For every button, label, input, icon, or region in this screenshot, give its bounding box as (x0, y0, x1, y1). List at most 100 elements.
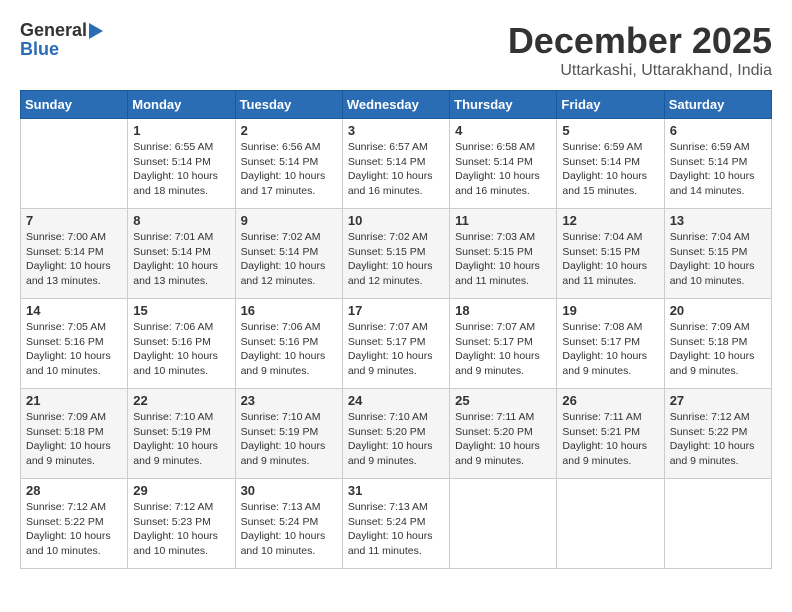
day-number: 4 (455, 123, 551, 138)
calendar-day-cell: 30 Sunrise: 7:13 AMSunset: 5:24 PMDayligh… (235, 479, 342, 569)
sunrise-text: Sunrise: 7:06 AM (241, 320, 337, 335)
sunrise-text: Sunrise: 7:07 AM (455, 320, 551, 335)
day-number: 21 (26, 393, 122, 408)
calendar-day-cell: 19 Sunrise: 7:08 AMSunset: 5:17 PMDayligh… (557, 299, 664, 389)
day-number: 30 (241, 483, 337, 498)
daylight-text: Daylight: 10 hoursand 9 minutes. (562, 349, 658, 378)
day-info: Sunrise: 7:13 AMSunset: 5:24 PMDaylight:… (241, 500, 337, 559)
day-info: Sunrise: 7:04 AMSunset: 5:15 PMDaylight:… (670, 230, 766, 289)
day-info: Sunrise: 7:03 AMSunset: 5:15 PMDaylight:… (455, 230, 551, 289)
daylight-text: Daylight: 10 hoursand 13 minutes. (133, 259, 229, 288)
daylight-text: Daylight: 10 hoursand 16 minutes. (455, 169, 551, 198)
day-info: Sunrise: 7:13 AMSunset: 5:24 PMDaylight:… (348, 500, 444, 559)
daylight-text: Daylight: 10 hoursand 10 minutes. (26, 529, 122, 558)
day-info: Sunrise: 7:04 AMSunset: 5:15 PMDaylight:… (562, 230, 658, 289)
sunset-text: Sunset: 5:14 PM (455, 155, 551, 170)
logo-blue-text: Blue (20, 39, 59, 60)
logo: General Blue (20, 20, 103, 60)
sunset-text: Sunset: 5:14 PM (26, 245, 122, 260)
sunrise-text: Sunrise: 7:13 AM (348, 500, 444, 515)
calendar-day-cell: 15Sunrise: 7:06 AMSunset: 5:16 PMDayligh… (128, 299, 235, 389)
daylight-text: Daylight: 10 hoursand 9 minutes. (670, 349, 766, 378)
daylight-text: Daylight: 10 hoursand 10 minutes. (670, 259, 766, 288)
sunset-text: Sunset: 5:14 PM (670, 155, 766, 170)
daylight-text: Daylight: 10 hoursand 9 minutes. (348, 349, 444, 378)
daylight-text: Daylight: 10 hoursand 18 minutes. (133, 169, 229, 198)
daylight-text: Daylight: 10 hoursand 14 minutes. (670, 169, 766, 198)
daylight-text: Daylight: 10 hoursand 9 minutes. (241, 439, 337, 468)
day-info: Sunrise: 6:57 AMSunset: 5:14 PMDaylight:… (348, 140, 444, 199)
sunrise-text: Sunrise: 7:07 AM (348, 320, 444, 335)
day-info: Sunrise: 6:56 AMSunset: 5:14 PMDaylight:… (241, 140, 337, 199)
day-number: 31 (348, 483, 444, 498)
day-number: 18 (455, 303, 551, 318)
sunset-text: Sunset: 5:22 PM (670, 425, 766, 440)
calendar-week-row: 28Sunrise: 7:12 AMSunset: 5:22 PMDayligh… (21, 479, 772, 569)
day-number: 19 (562, 303, 658, 318)
day-number: 7 (26, 213, 122, 228)
day-number: 24 (348, 393, 444, 408)
sunrise-text: Sunrise: 6:59 AM (562, 140, 658, 155)
day-info: Sunrise: 7:01 AMSunset: 5:14 PMDaylight:… (133, 230, 229, 289)
sunrise-text: Sunrise: 7:11 AM (455, 410, 551, 425)
day-of-week-header: Saturday (664, 91, 771, 119)
day-number: 25 (455, 393, 551, 408)
calendar-day-cell: 18Sunrise: 7:07 AMSunset: 5:17 PMDayligh… (450, 299, 557, 389)
sunset-text: Sunset: 5:15 PM (348, 245, 444, 260)
day-info: Sunrise: 7:10 AMSunset: 5:20 PMDaylight:… (348, 410, 444, 469)
sunrise-text: Sunrise: 7:01 AM (133, 230, 229, 245)
daylight-text: Daylight: 10 hoursand 9 minutes. (562, 439, 658, 468)
calendar-day-cell (664, 479, 771, 569)
sunrise-text: Sunrise: 7:10 AM (241, 410, 337, 425)
day-number: 16 (241, 303, 337, 318)
daylight-text: Daylight: 10 hoursand 16 minutes. (348, 169, 444, 198)
calendar-day-cell: 29Sunrise: 7:12 AMSunset: 5:23 PMDayligh… (128, 479, 235, 569)
calendar-day-cell (557, 479, 664, 569)
sunset-text: Sunset: 5:14 PM (241, 245, 337, 260)
sunrise-text: Sunrise: 7:12 AM (26, 500, 122, 515)
sunset-text: Sunset: 5:15 PM (562, 245, 658, 260)
sunset-text: Sunset: 5:19 PM (133, 425, 229, 440)
calendar-day-cell: 6Sunrise: 6:59 AMSunset: 5:14 PMDaylight… (664, 119, 771, 209)
calendar-week-row: 1Sunrise: 6:55 AMSunset: 5:14 PMDaylight… (21, 119, 772, 209)
sunset-text: Sunset: 5:17 PM (348, 335, 444, 350)
calendar-day-cell: 11Sunrise: 7:03 AMSunset: 5:15 PMDayligh… (450, 209, 557, 299)
day-of-week-header: Thursday (450, 91, 557, 119)
day-info: Sunrise: 6:59 AMSunset: 5:14 PMDaylight:… (562, 140, 658, 199)
sunrise-text: Sunrise: 7:09 AM (670, 320, 766, 335)
sunset-text: Sunset: 5:14 PM (133, 245, 229, 260)
day-info: Sunrise: 7:10 AMSunset: 5:19 PMDaylight:… (133, 410, 229, 469)
sunrise-text: Sunrise: 7:11 AM (562, 410, 658, 425)
daylight-text: Daylight: 10 hoursand 11 minutes. (348, 529, 444, 558)
day-number: 1 (133, 123, 229, 138)
sunrise-text: Sunrise: 6:55 AM (133, 140, 229, 155)
sunrise-text: Sunrise: 7:08 AM (562, 320, 658, 335)
sunset-text: Sunset: 5:24 PM (348, 515, 444, 530)
month-title: December 2025 (508, 20, 772, 62)
sunset-text: Sunset: 5:14 PM (562, 155, 658, 170)
day-info: Sunrise: 7:12 AMSunset: 5:22 PMDaylight:… (26, 500, 122, 559)
daylight-text: Daylight: 10 hoursand 11 minutes. (562, 259, 658, 288)
sunrise-text: Sunrise: 7:04 AM (562, 230, 658, 245)
sunset-text: Sunset: 5:17 PM (562, 335, 658, 350)
daylight-text: Daylight: 10 hoursand 12 minutes. (241, 259, 337, 288)
day-of-week-header: Sunday (21, 91, 128, 119)
calendar-day-cell: 21Sunrise: 7:09 AMSunset: 5:18 PMDayligh… (21, 389, 128, 479)
calendar-day-cell: 24 Sunrise: 7:10 AMSunset: 5:20 PMDayligh… (342, 389, 449, 479)
day-of-week-header: Friday (557, 91, 664, 119)
day-number: 13 (670, 213, 766, 228)
day-info: Sunrise: 7:02 AMSunset: 5:14 PMDaylight:… (241, 230, 337, 289)
day-number: 10 (348, 213, 444, 228)
sunrise-text: Sunrise: 7:09 AM (26, 410, 122, 425)
sunrise-text: Sunrise: 7:12 AM (670, 410, 766, 425)
sunrise-text: Sunrise: 7:02 AM (348, 230, 444, 245)
logo-arrow-icon (89, 23, 103, 39)
daylight-text: Daylight: 10 hoursand 9 minutes. (455, 349, 551, 378)
calendar-day-cell (21, 119, 128, 209)
day-number: 6 (670, 123, 766, 138)
sunset-text: Sunset: 5:22 PM (26, 515, 122, 530)
calendar-day-cell: 4Sunrise: 6:58 AMSunset: 5:14 PMDaylight… (450, 119, 557, 209)
daylight-text: Daylight: 10 hoursand 10 minutes. (26, 349, 122, 378)
sunset-text: Sunset: 5:20 PM (455, 425, 551, 440)
day-number: 22 (133, 393, 229, 408)
